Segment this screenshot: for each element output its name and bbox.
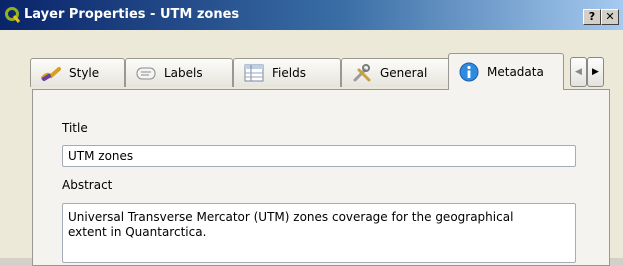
tab-style[interactable]: Style [30,58,125,87]
tab-general-label: General [380,66,428,80]
info-icon [459,62,479,82]
tab-metadata-label: Metadata [487,65,544,79]
tab-fields[interactable]: Fields [233,58,341,87]
tab-metadata[interactable]: Metadata [448,53,564,90]
close-button[interactable]: ✕ [601,9,619,25]
tab-scroll-left-button[interactable]: ◀ [570,57,587,87]
labels-icon [136,67,156,80]
title-input[interactable]: UTM zones [62,145,576,167]
tab-style-label: Style [69,66,100,80]
table-icon [244,64,264,82]
abstract-field-label: Abstract [62,178,113,192]
title-bar[interactable]: Layer Properties - UTM zones ? ✕ [0,0,623,30]
window-title: Layer Properties - UTM zones [24,7,240,22]
title-field-label: Title [62,121,88,135]
tab-labels[interactable]: Labels [125,58,233,87]
tab-general[interactable]: General [341,58,452,87]
tab-labels-label: Labels [164,66,203,80]
brush-icon [41,67,61,81]
tab-scroll-right-button[interactable]: ▶ [587,57,604,87]
abstract-textarea[interactable]: Universal Transverse Mercator (UTM) zone… [62,203,576,263]
qgis-logo-icon [5,7,21,23]
help-button[interactable]: ? [583,9,601,25]
layer-properties-dialog: Layer Properties - UTM zones ? ✕ Style L… [0,0,623,266]
tools-icon [353,64,371,82]
tab-fields-label: Fields [272,66,306,80]
